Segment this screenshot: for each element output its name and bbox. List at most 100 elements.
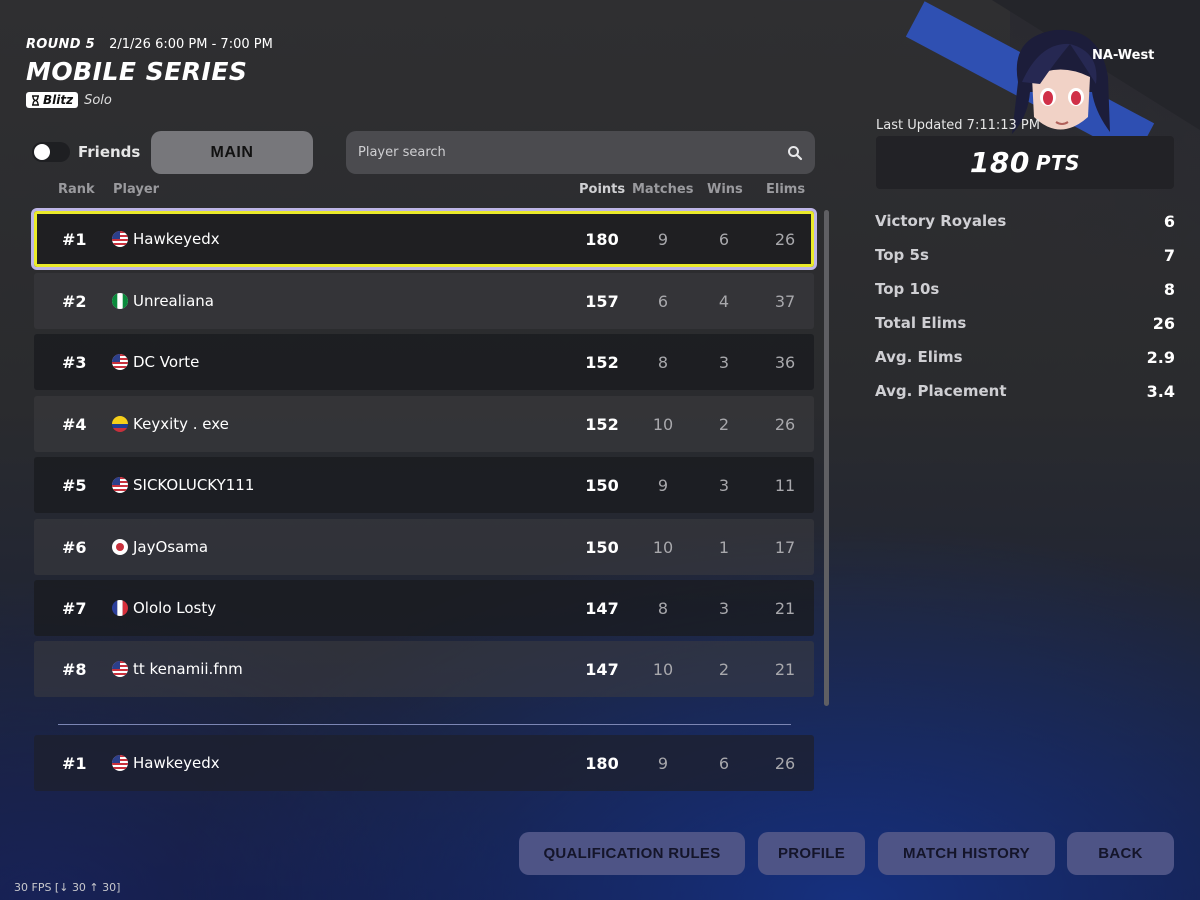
row-elims: 26 [774, 414, 796, 434]
row-rank: #4 [62, 414, 87, 434]
my-rank-row[interactable]: #1 Hawkeyedx 180 9 6 26 [34, 735, 814, 791]
time-range: 2/1/26 6:00 PM - 7:00 PM [109, 37, 273, 52]
column-header-player: Player [113, 182, 160, 197]
row-rank: #2 [62, 291, 87, 311]
row-elims: 37 [774, 291, 796, 311]
points-unit: PTS [1035, 150, 1081, 175]
flag-us-icon [112, 231, 128, 247]
friends-label: Friends [78, 143, 141, 161]
player-name: Keyxity . exe [133, 415, 229, 433]
leaderboard-scrollbar[interactable] [824, 210, 829, 706]
row-elims: 36 [774, 352, 796, 372]
stat-row: Avg. Elims 2.9 [875, 348, 1175, 367]
row-matches: 10 [652, 414, 674, 434]
fps-counter: 30 FPS [↓ 30 ↑ 30] [14, 881, 121, 894]
table-row[interactable]: #7 Ololo Losty 147 8 3 21 [34, 580, 814, 636]
friends-toggle[interactable] [32, 142, 70, 162]
row-points: 147 [585, 659, 619, 679]
row-points: 152 [585, 352, 619, 372]
row-rank: #1 [62, 753, 87, 773]
row-matches: 9 [657, 475, 669, 495]
player-name: DC Vorte [133, 353, 200, 371]
row-elims: 21 [774, 598, 796, 618]
row-player: JayOsama [112, 538, 208, 556]
column-header-points[interactable]: Points [579, 182, 625, 197]
table-row[interactable]: #4 Keyxity . exe 152 10 2 26 [34, 396, 814, 452]
points-total: 180 PTS [876, 136, 1174, 189]
stat-label: Top 5s [875, 246, 929, 264]
column-header-elims[interactable]: Elims [766, 182, 805, 197]
row-player: Unrealiana [112, 292, 214, 310]
profile-button[interactable]: PROFILE [758, 832, 865, 875]
player-name: tt kenamii.fnm [133, 660, 243, 678]
row-wins: 6 [718, 229, 730, 249]
row-wins: 2 [718, 414, 730, 434]
player-name: Hawkeyedx [133, 230, 220, 248]
row-points: 180 [585, 753, 619, 773]
row-matches: 8 [657, 598, 669, 618]
mode-subtitle: Solo [84, 92, 112, 108]
player-name: Hawkeyedx [133, 754, 220, 772]
search-input[interactable] [358, 145, 787, 160]
player-name: SICKOLUCKY111 [133, 476, 255, 494]
stat-row: Total Elims 26 [875, 314, 1175, 333]
flag-ng-icon [112, 293, 128, 309]
row-matches: 10 [652, 659, 674, 679]
flag-us-icon [112, 477, 128, 493]
match-history-button[interactable]: MATCH HISTORY [878, 832, 1055, 875]
player-name: Ololo Losty [133, 599, 217, 617]
last-updated: Last Updated 7:11:13 PM [876, 118, 1040, 133]
points-value: 180 [969, 146, 1030, 179]
row-wins: 3 [718, 352, 730, 372]
player-name: JayOsama [133, 538, 209, 556]
round-label: ROUND 5 [26, 37, 95, 52]
stat-row: Victory Royales 6 [875, 212, 1175, 231]
mode-badge: Blitz [26, 92, 79, 108]
tab-main[interactable]: MAIN [151, 131, 313, 174]
stat-value: 3.4 [1146, 382, 1175, 401]
qualification-rules-button[interactable]: QUALIFICATION RULES [519, 832, 745, 875]
flag-fr-icon [112, 600, 128, 616]
stat-label: Total Elims [875, 314, 967, 332]
row-matches: 9 [657, 229, 669, 249]
row-matches: 8 [657, 352, 669, 372]
column-header-wins[interactable]: Wins [707, 182, 743, 197]
table-row[interactable]: #1 Hawkeyedx 180 9 6 26 [34, 211, 814, 267]
search-icon[interactable] [787, 145, 803, 161]
stat-label: Top 10s [875, 280, 940, 298]
row-points: 147 [585, 598, 619, 618]
row-rank: #7 [62, 598, 87, 618]
row-rank: #6 [62, 537, 87, 557]
toggle-knob [34, 144, 50, 160]
table-row[interactable]: #8 tt kenamii.fnm 147 10 2 21 [34, 641, 814, 697]
row-points: 157 [585, 291, 619, 311]
stat-value: 26 [1152, 314, 1175, 333]
row-matches: 10 [652, 537, 674, 557]
player-search[interactable] [346, 131, 815, 174]
row-rank: #1 [62, 229, 87, 249]
table-row[interactable]: #5 SICKOLUCKY111 150 9 3 11 [34, 457, 814, 513]
stat-value: 8 [1163, 280, 1175, 299]
page-title: MOBILE SERIES [26, 57, 248, 86]
column-header-matches[interactable]: Matches [632, 182, 693, 197]
row-rank: #3 [62, 352, 87, 372]
flag-co-icon [112, 416, 128, 432]
table-row[interactable]: #3 DC Vorte 152 8 3 36 [34, 334, 814, 390]
row-wins: 6 [718, 753, 730, 773]
back-button[interactable]: BACK [1067, 832, 1174, 875]
stat-row: Top 10s 8 [875, 280, 1175, 299]
row-wins: 3 [718, 475, 730, 495]
table-row[interactable]: #6 JayOsama 150 10 1 17 [34, 519, 814, 575]
flag-us-icon [112, 755, 128, 771]
friends-filter[interactable]: Friends [32, 142, 140, 162]
row-elims: 26 [774, 753, 796, 773]
row-elims: 11 [774, 475, 796, 495]
row-matches: 6 [657, 291, 669, 311]
divider [58, 724, 791, 725]
row-player: tt kenamii.fnm [112, 660, 243, 678]
row-player: SICKOLUCKY111 [112, 476, 254, 494]
column-header-rank: Rank [58, 182, 95, 197]
table-row[interactable]: #2 Unrealiana 157 6 4 37 [34, 273, 814, 329]
stat-value: 6 [1163, 212, 1175, 231]
row-rank: #5 [62, 475, 87, 495]
